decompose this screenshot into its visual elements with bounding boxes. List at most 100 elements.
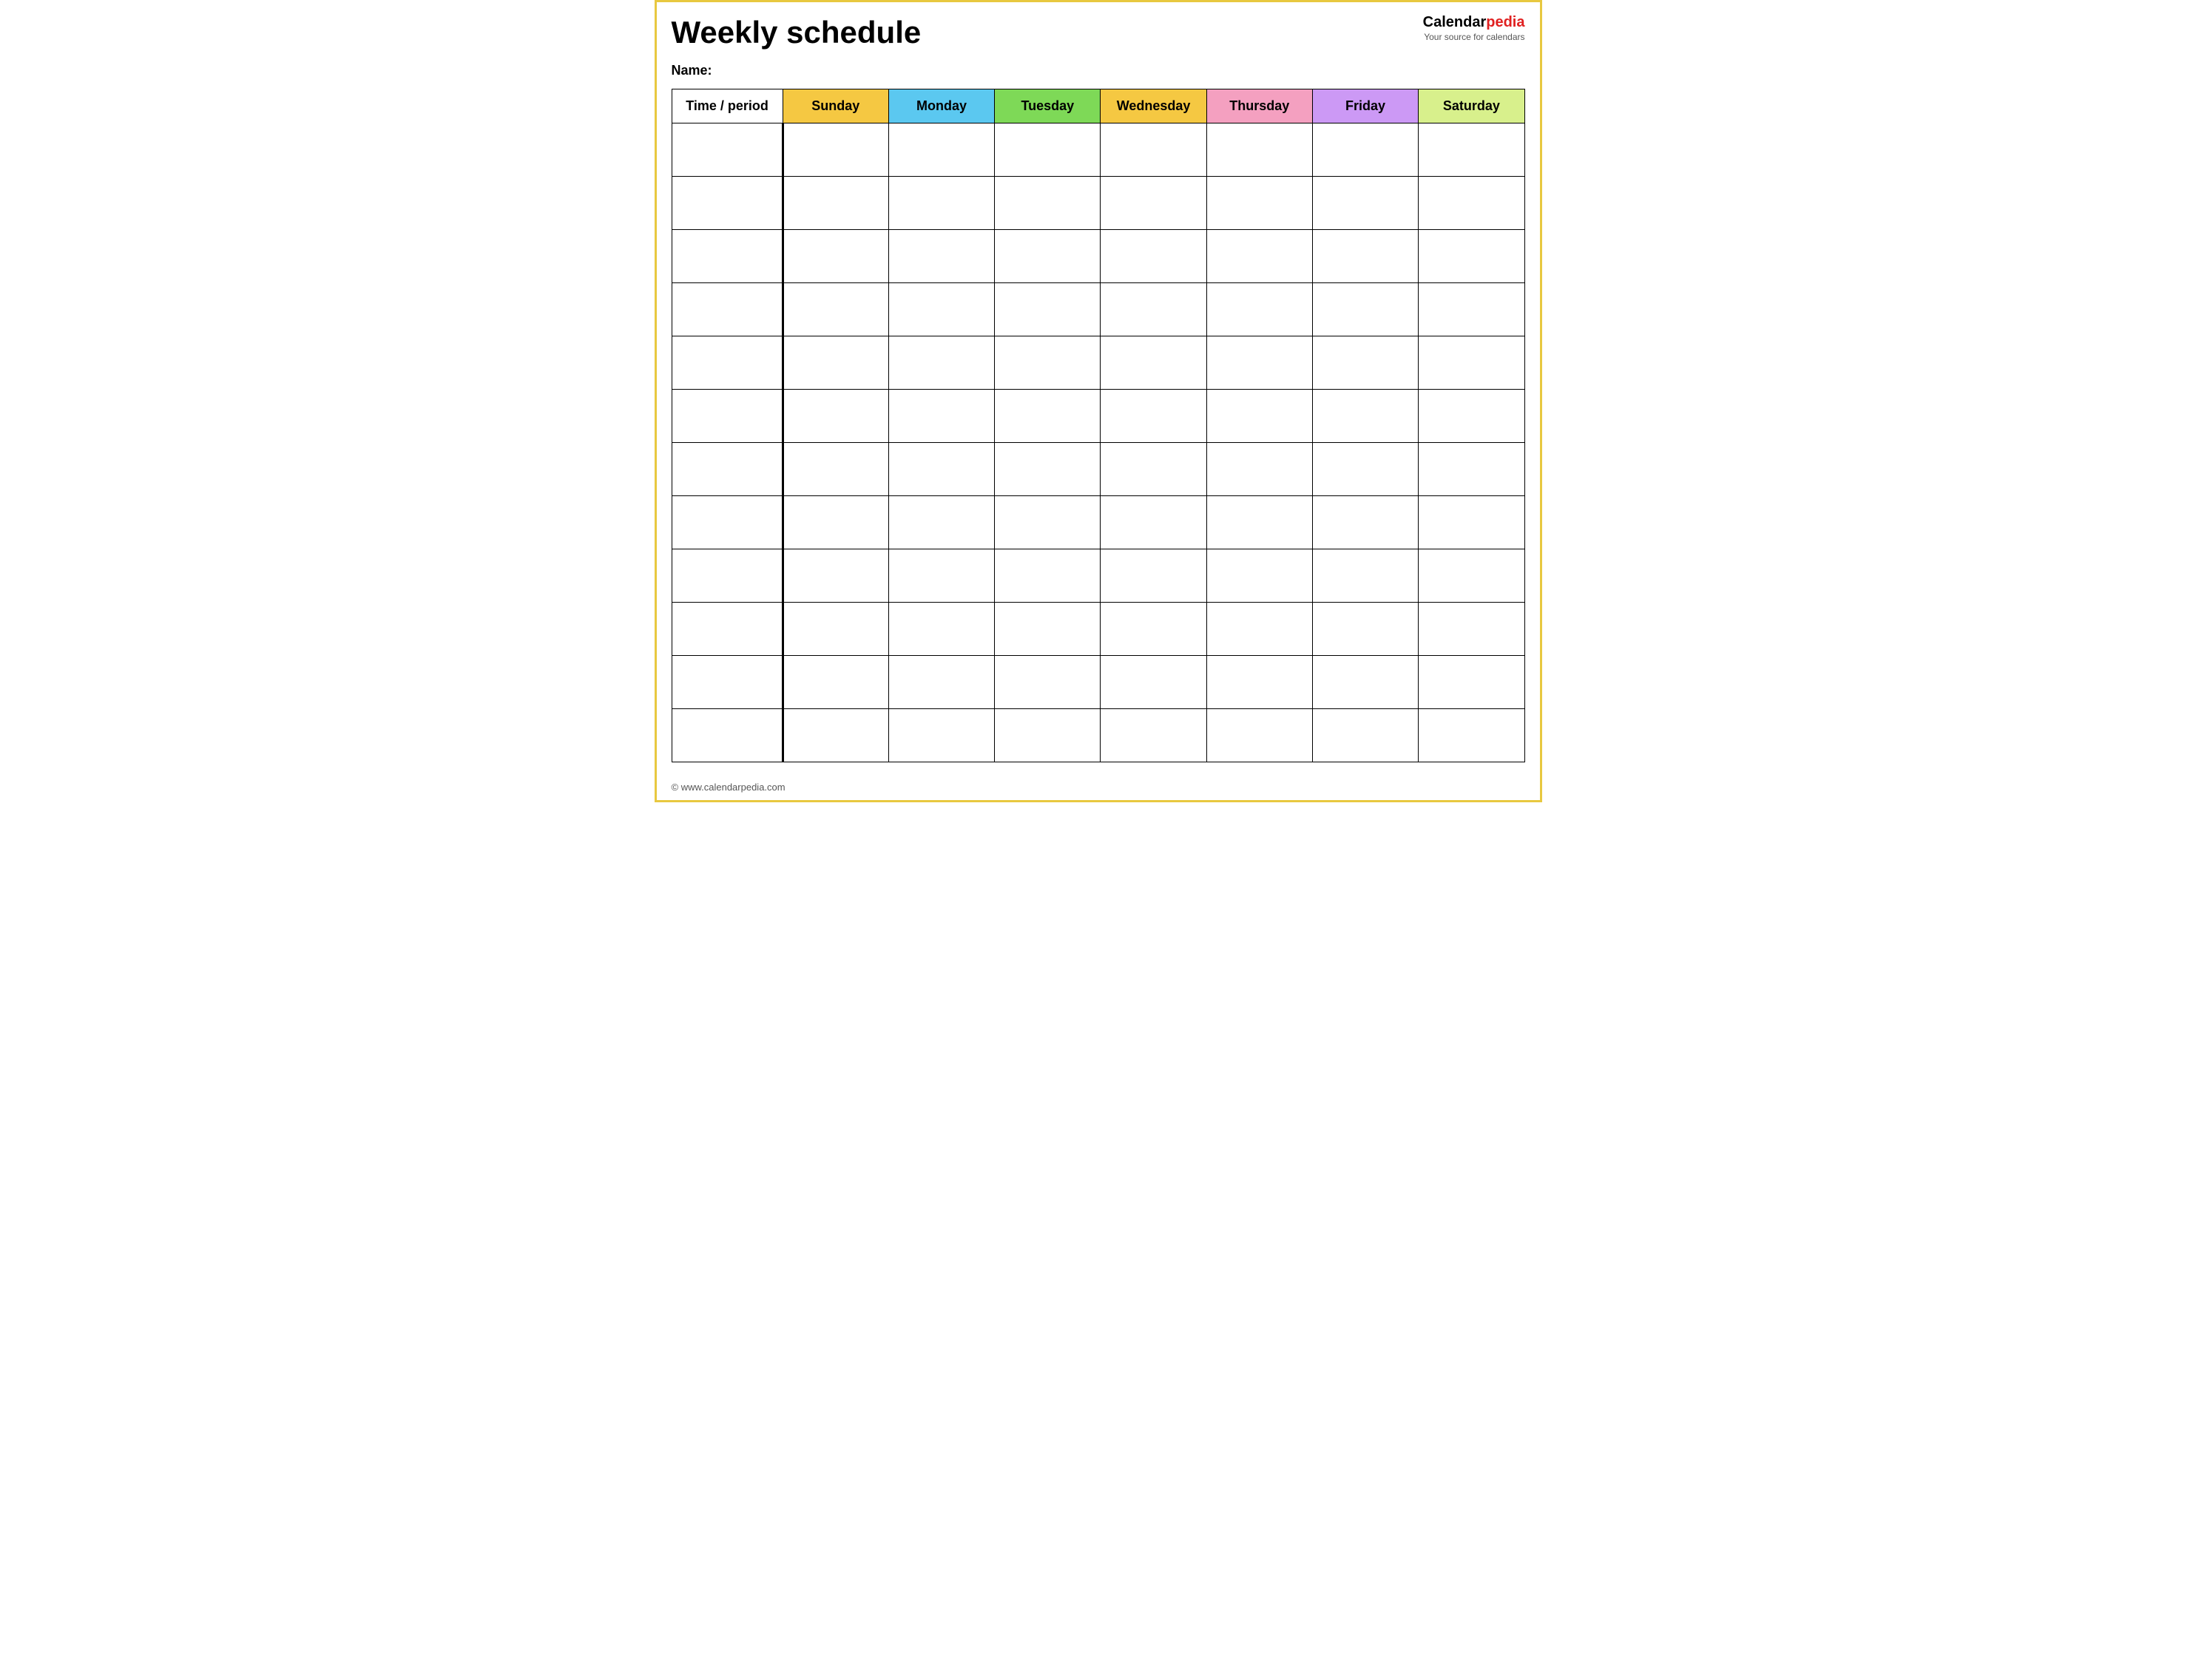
time-cell[interactable] bbox=[672, 656, 783, 709]
schedule-cell[interactable] bbox=[995, 177, 1101, 230]
schedule-cell[interactable] bbox=[995, 656, 1101, 709]
schedule-cell[interactable] bbox=[1419, 656, 1524, 709]
schedule-cell[interactable] bbox=[888, 390, 994, 443]
schedule-cell[interactable] bbox=[995, 549, 1101, 603]
schedule-cell[interactable] bbox=[1419, 177, 1524, 230]
schedule-cell[interactable] bbox=[1206, 709, 1312, 762]
schedule-cell[interactable] bbox=[1206, 656, 1312, 709]
schedule-cell[interactable] bbox=[783, 709, 888, 762]
time-cell[interactable] bbox=[672, 336, 783, 390]
schedule-cell[interactable] bbox=[783, 656, 888, 709]
schedule-cell[interactable] bbox=[1101, 390, 1206, 443]
schedule-cell[interactable] bbox=[1312, 390, 1418, 443]
time-cell[interactable] bbox=[672, 549, 783, 603]
schedule-cell[interactable] bbox=[995, 230, 1101, 283]
schedule-cell[interactable] bbox=[1101, 443, 1206, 496]
schedule-cell[interactable] bbox=[1419, 283, 1524, 336]
time-cell[interactable] bbox=[672, 496, 783, 549]
schedule-cell[interactable] bbox=[995, 603, 1101, 656]
schedule-cell[interactable] bbox=[1312, 549, 1418, 603]
schedule-cell[interactable] bbox=[888, 656, 994, 709]
schedule-cell[interactable] bbox=[783, 603, 888, 656]
schedule-cell[interactable] bbox=[1419, 123, 1524, 177]
schedule-cell[interactable] bbox=[1101, 549, 1206, 603]
schedule-cell[interactable] bbox=[888, 177, 994, 230]
schedule-cell[interactable] bbox=[783, 336, 888, 390]
schedule-cell[interactable] bbox=[888, 549, 994, 603]
schedule-cell[interactable] bbox=[995, 123, 1101, 177]
schedule-cell[interactable] bbox=[1312, 336, 1418, 390]
header-time: Time / period bbox=[672, 89, 783, 123]
schedule-cell[interactable] bbox=[1101, 123, 1206, 177]
schedule-cell[interactable] bbox=[1206, 443, 1312, 496]
schedule-cell[interactable] bbox=[1101, 230, 1206, 283]
schedule-cell[interactable] bbox=[1419, 230, 1524, 283]
schedule-cell[interactable] bbox=[1206, 283, 1312, 336]
schedule-cell[interactable] bbox=[1206, 230, 1312, 283]
schedule-cell[interactable] bbox=[995, 390, 1101, 443]
schedule-cell[interactable] bbox=[1312, 443, 1418, 496]
schedule-cell[interactable] bbox=[1101, 283, 1206, 336]
schedule-cell[interactable] bbox=[995, 336, 1101, 390]
schedule-cell[interactable] bbox=[1206, 336, 1312, 390]
table-row bbox=[672, 709, 1524, 762]
schedule-cell[interactable] bbox=[1101, 177, 1206, 230]
schedule-cell[interactable] bbox=[1206, 549, 1312, 603]
schedule-cell[interactable] bbox=[1419, 336, 1524, 390]
schedule-cell[interactable] bbox=[1312, 656, 1418, 709]
schedule-cell[interactable] bbox=[783, 549, 888, 603]
header-sunday: Sunday bbox=[783, 89, 888, 123]
schedule-cell[interactable] bbox=[1312, 496, 1418, 549]
schedule-cell[interactable] bbox=[783, 443, 888, 496]
schedule-cell[interactable] bbox=[1101, 336, 1206, 390]
schedule-cell[interactable] bbox=[995, 709, 1101, 762]
schedule-cell[interactable] bbox=[1101, 603, 1206, 656]
schedule-cell[interactable] bbox=[888, 230, 994, 283]
schedule-cell[interactable] bbox=[888, 709, 994, 762]
time-cell[interactable] bbox=[672, 177, 783, 230]
schedule-cell[interactable] bbox=[1101, 656, 1206, 709]
time-cell[interactable] bbox=[672, 390, 783, 443]
schedule-cell[interactable] bbox=[1419, 390, 1524, 443]
time-cell[interactable] bbox=[672, 603, 783, 656]
schedule-cell[interactable] bbox=[888, 336, 994, 390]
time-cell[interactable] bbox=[672, 230, 783, 283]
schedule-cell[interactable] bbox=[783, 177, 888, 230]
schedule-cell[interactable] bbox=[783, 123, 888, 177]
schedule-cell[interactable] bbox=[783, 390, 888, 443]
schedule-cell[interactable] bbox=[1206, 123, 1312, 177]
schedule-cell[interactable] bbox=[888, 123, 994, 177]
schedule-cell[interactable] bbox=[1206, 496, 1312, 549]
schedule-cell[interactable] bbox=[783, 283, 888, 336]
schedule-cell[interactable] bbox=[1419, 603, 1524, 656]
schedule-cell[interactable] bbox=[783, 496, 888, 549]
schedule-cell[interactable] bbox=[1419, 443, 1524, 496]
schedule-cell[interactable] bbox=[1312, 177, 1418, 230]
schedule-cell[interactable] bbox=[1206, 390, 1312, 443]
schedule-cell[interactable] bbox=[995, 496, 1101, 549]
schedule-cell[interactable] bbox=[995, 283, 1101, 336]
schedule-cell[interactable] bbox=[783, 230, 888, 283]
schedule-cell[interactable] bbox=[1312, 123, 1418, 177]
schedule-cell[interactable] bbox=[888, 283, 994, 336]
schedule-cell[interactable] bbox=[1206, 603, 1312, 656]
schedule-cell[interactable] bbox=[888, 496, 994, 549]
time-cell[interactable] bbox=[672, 123, 783, 177]
schedule-cell[interactable] bbox=[888, 603, 994, 656]
table-header-row: Time / period Sunday Monday Tuesday Wedn… bbox=[672, 89, 1524, 123]
schedule-cell[interactable] bbox=[1419, 549, 1524, 603]
schedule-cell[interactable] bbox=[1312, 709, 1418, 762]
schedule-cell[interactable] bbox=[1419, 709, 1524, 762]
schedule-cell[interactable] bbox=[1312, 603, 1418, 656]
schedule-cell[interactable] bbox=[1206, 177, 1312, 230]
schedule-cell[interactable] bbox=[995, 443, 1101, 496]
time-cell[interactable] bbox=[672, 283, 783, 336]
time-cell[interactable] bbox=[672, 709, 783, 762]
schedule-cell[interactable] bbox=[1101, 709, 1206, 762]
schedule-cell[interactable] bbox=[1419, 496, 1524, 549]
schedule-cell[interactable] bbox=[1312, 230, 1418, 283]
schedule-cell[interactable] bbox=[1312, 283, 1418, 336]
time-cell[interactable] bbox=[672, 443, 783, 496]
schedule-cell[interactable] bbox=[888, 443, 994, 496]
schedule-cell[interactable] bbox=[1101, 496, 1206, 549]
